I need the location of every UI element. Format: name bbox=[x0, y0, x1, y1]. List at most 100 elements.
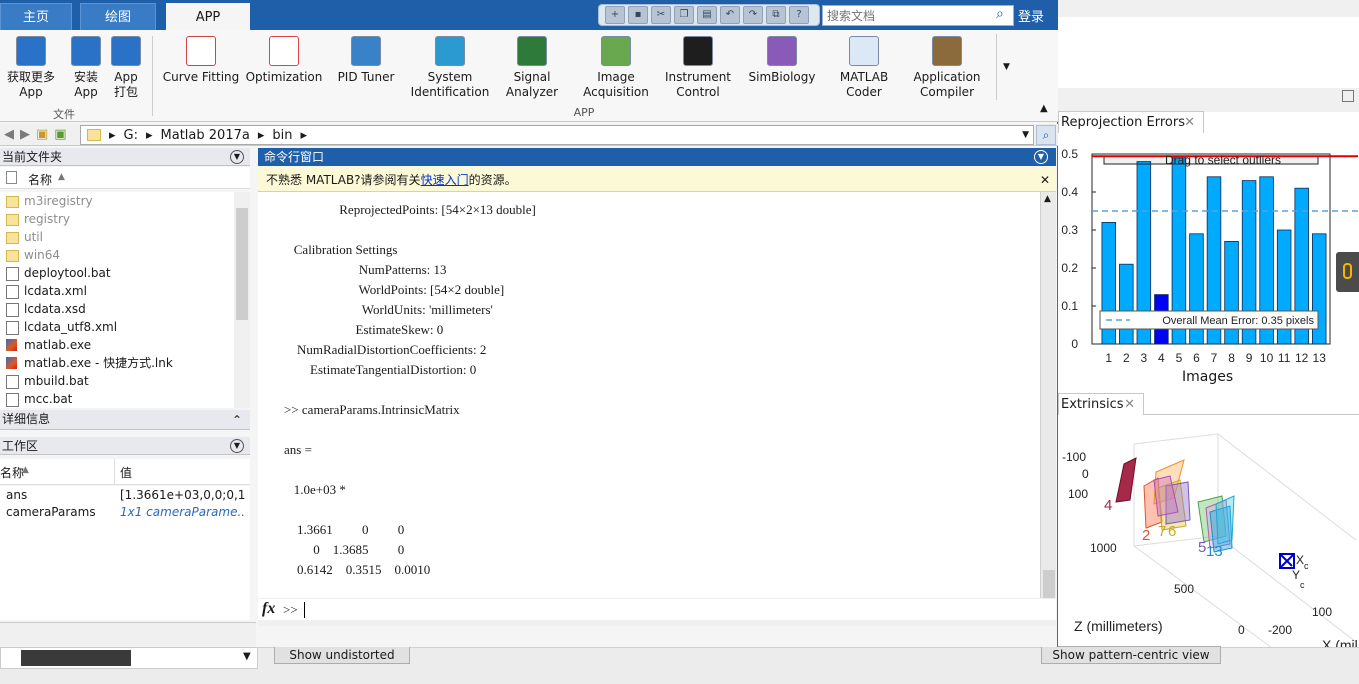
tick-label: -200 bbox=[1268, 623, 1292, 637]
matlab-icon bbox=[6, 357, 17, 369]
floating-dock-handle[interactable] bbox=[1336, 252, 1359, 292]
file-list-item[interactable]: lcdata.xsd bbox=[0, 300, 234, 318]
app-matlab-coder[interactable]: MATLAB Coder bbox=[830, 36, 898, 100]
bar bbox=[1119, 263, 1134, 345]
search-folder-icon[interactable]: ⌕ bbox=[1036, 125, 1056, 145]
tab-apps[interactable]: APP bbox=[166, 3, 250, 30]
command-prompt[interactable]: fx >> bbox=[258, 598, 1056, 620]
search-icon[interactable]: ⌕ bbox=[996, 6, 1004, 22]
paste-icon[interactable]: ▤ bbox=[697, 6, 717, 24]
button-label: PID Tuner bbox=[337, 70, 395, 84]
copy-icon[interactable]: ❐ bbox=[674, 6, 694, 24]
app-signal-analyzer[interactable]: Signal Analyzer bbox=[498, 36, 566, 100]
browse-folder-icon[interactable]: ▣ bbox=[54, 127, 66, 142]
maximize-icon[interactable] bbox=[1342, 90, 1354, 102]
app-optimization[interactable]: Optimization bbox=[244, 36, 324, 100]
file-list-item[interactable]: win64 bbox=[0, 246, 234, 264]
close-icon[interactable]: ✕ bbox=[1124, 394, 1135, 416]
tab-home[interactable]: 主页 bbox=[0, 3, 72, 30]
panel-menu-icon[interactable]: ▼ bbox=[230, 150, 244, 164]
switch-windows-icon[interactable]: ⧉ bbox=[766, 6, 786, 24]
workspace-row[interactable]: ans [1.3661e+03,0,0;0,1... bbox=[0, 486, 250, 504]
button-label: Analyzer bbox=[505, 85, 559, 99]
file-list-item[interactable]: deploytool.bat bbox=[0, 264, 234, 282]
file-list-item[interactable]: registry bbox=[0, 210, 234, 228]
function-browser-icon[interactable]: fx bbox=[262, 600, 275, 618]
breadcrumb-item[interactable]: bin bbox=[272, 128, 292, 143]
x-axis-label: Images bbox=[1182, 369, 1234, 385]
redo-icon[interactable]: ↷ bbox=[743, 6, 763, 24]
file-list-item[interactable]: matlab.exe bbox=[0, 336, 234, 354]
column-name[interactable]: 名称 bbox=[28, 171, 52, 188]
chevron-up-icon[interactable]: ⌃ bbox=[232, 411, 242, 429]
file-name: lcdata.xml bbox=[24, 284, 87, 298]
column-name[interactable]: 名称 bbox=[0, 464, 24, 481]
save-icon[interactable]: ▪ bbox=[628, 6, 648, 24]
thumbnail-list[interactable]: ▼ bbox=[0, 647, 258, 669]
curve-fitting-icon bbox=[186, 36, 216, 66]
app-instrument-control[interactable]: Instrument Control bbox=[662, 36, 734, 100]
show-undistorted-button[interactable]: Show undistorted bbox=[274, 646, 410, 664]
breadcrumb-item[interactable]: G: bbox=[124, 128, 138, 143]
app-image-acquisition[interactable]: Image Acquisition bbox=[578, 36, 654, 100]
tab-plots[interactable]: 绘图 bbox=[80, 3, 156, 30]
close-icon[interactable]: ✕ bbox=[1040, 168, 1050, 192]
app-application-compiler[interactable]: Application Compiler bbox=[908, 36, 986, 100]
show-pattern-centric-button[interactable]: Show pattern-centric view bbox=[1041, 646, 1221, 664]
details-header[interactable]: 详细信息 ⌃ bbox=[0, 410, 250, 430]
new-icon[interactable]: + bbox=[605, 6, 625, 24]
login-button[interactable]: 登录 bbox=[1018, 6, 1044, 25]
forward-icon[interactable]: ▶ bbox=[20, 127, 30, 142]
file-list-item[interactable]: m3iregistry bbox=[0, 192, 234, 210]
app-curve-fitting[interactable]: Curve Fitting bbox=[160, 36, 242, 100]
button-label: Compiler bbox=[919, 85, 974, 99]
app-system-identification[interactable]: System Identification bbox=[406, 36, 494, 100]
package-app-button[interactable]: App 打包 bbox=[108, 36, 144, 100]
file-list-item[interactable]: mbuild.bat bbox=[0, 372, 234, 390]
pattern-label: 7 bbox=[1158, 523, 1166, 540]
collapse-toolstrip-icon[interactable]: ▲ bbox=[1040, 103, 1048, 114]
panel-menu-icon[interactable]: ▼ bbox=[230, 439, 244, 453]
thumbnail-image[interactable] bbox=[21, 650, 131, 666]
back-icon[interactable]: ◀ bbox=[4, 127, 14, 142]
variable-value: [1.3661e+03,0,0;0,1... bbox=[120, 488, 246, 502]
file-list-item[interactable]: matlab.exe - 快捷方式.lnk bbox=[0, 354, 234, 372]
panel-menu-icon[interactable]: ▼ bbox=[1034, 150, 1048, 164]
command-output[interactable]: ReprojectedPoints: [54×2×13 double] Cali… bbox=[258, 192, 1040, 620]
app-pid-tuner[interactable]: PID Tuner bbox=[330, 36, 402, 100]
tab-reprojection-errors[interactable]: Reprojection Errors ✕ bbox=[1058, 111, 1204, 133]
tab-extrinsics[interactable]: Extrinsics ✕ bbox=[1058, 393, 1144, 415]
file-list-item[interactable]: lcdata_utf8.xml bbox=[0, 318, 234, 336]
command-window-header: 命令行窗口 ▼ bbox=[258, 148, 1056, 166]
help-icon[interactable]: ? bbox=[789, 6, 809, 24]
x-tick-label: 5 bbox=[1176, 351, 1183, 365]
left-panel-footer bbox=[0, 622, 256, 646]
getting-started-link[interactable]: 快速入门 bbox=[421, 173, 469, 187]
cut-icon[interactable]: ✂ bbox=[651, 6, 671, 24]
chevron-down-icon[interactable]: ▼ bbox=[1022, 130, 1029, 140]
workspace-row[interactable]: cameraParams 1x1 cameraParame... bbox=[0, 503, 250, 521]
command-window-scrollbar[interactable]: ▲ ▼ bbox=[1040, 192, 1056, 620]
app-simbiology[interactable]: SimBiology bbox=[744, 36, 820, 100]
file-list-item[interactable]: util bbox=[0, 228, 234, 246]
close-icon[interactable]: ✕ bbox=[1184, 112, 1195, 134]
scroll-up-icon[interactable]: ▲ bbox=[1044, 194, 1051, 204]
file-list-item[interactable]: mcc.bat bbox=[0, 390, 234, 408]
extrinsics-plot[interactable]: 4 2 7 6 5 13 X c Y c -100 0 100 1000 500… bbox=[1058, 416, 1359, 654]
up-folder-icon[interactable]: ▣ bbox=[36, 127, 48, 142]
chevron-down-icon[interactable]: ▼ bbox=[243, 651, 251, 662]
install-app-button[interactable]: 安装 App bbox=[66, 36, 106, 100]
tab-divider bbox=[1144, 414, 1359, 415]
scrollbar-thumb[interactable] bbox=[236, 208, 248, 320]
reprojection-chart[interactable]: 00.10.20.30.40.51 2 3 4 5 6 7 8 9 10 11 12 13 Drag t… bbox=[1058, 134, 1359, 390]
path-breadcrumb[interactable]: ▸ G: ▸ Matlab 2017a ▸ bin ▸ ▼ bbox=[80, 125, 1034, 145]
file-list-scrollbar[interactable] bbox=[234, 192, 250, 408]
folder-icon bbox=[87, 129, 101, 141]
breadcrumb-item[interactable]: Matlab 2017a bbox=[161, 128, 250, 143]
undo-icon[interactable]: ↶ bbox=[720, 6, 740, 24]
file-name: lcdata.xsd bbox=[24, 302, 86, 316]
search-input[interactable] bbox=[822, 5, 1014, 26]
chevron-down-icon[interactable]: ▼ bbox=[996, 34, 1016, 100]
file-list-item[interactable]: lcdata.xml bbox=[0, 282, 234, 300]
get-more-apps-button[interactable]: 获取更多 App bbox=[0, 36, 62, 100]
